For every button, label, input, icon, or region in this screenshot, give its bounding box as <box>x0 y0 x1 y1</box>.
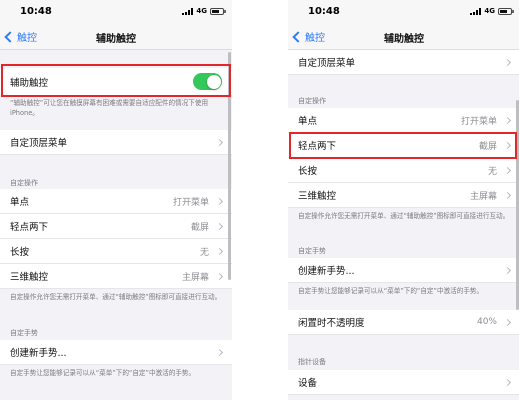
action-row-long-press[interactable]: 长按 无 <box>288 158 519 183</box>
chevron-right-icon <box>503 378 512 386</box>
customize-top-menu-label: 自定顶层菜单 <box>10 138 68 149</box>
action-row-3d-touch[interactable]: 三维触控 主屏幕 <box>0 264 232 289</box>
custom-gestures-footer: 自定手势让您能够记录可以从“菜单”下的“自定”中激活的手势。 <box>10 369 196 377</box>
action-label: 三维触控 <box>10 272 49 283</box>
action-label: 单点 <box>10 197 30 208</box>
chevron-right-icon <box>215 222 224 230</box>
create-gesture-row[interactable]: 创建新手势... <box>288 258 519 283</box>
devices-label: 设备 <box>298 378 318 389</box>
settings-list: 自定顶层菜单 自定操作 单点 打开菜单 轻点两下 截屏 长按 无 三维触控 主屏… <box>288 50 519 400</box>
create-gesture-row[interactable]: 创建新手势... <box>0 340 232 365</box>
action-value: 截屏 <box>190 222 209 233</box>
status-bar: 10:48 4G <box>288 0 519 24</box>
highlight-box-assistive-touch <box>1 64 231 97</box>
custom-gestures-header: 自定手势 <box>10 329 38 337</box>
chevron-right-icon <box>215 138 224 146</box>
action-label: 单点 <box>298 116 318 127</box>
action-label: 轻点两下 <box>10 222 49 233</box>
action-value: 主屏幕 <box>181 272 209 283</box>
action-label: 长按 <box>10 247 30 258</box>
network-type: 4G <box>196 7 207 15</box>
custom-actions-footer: 自定操作允许您无需打开菜单、通过“辅助触控”图标即可直接进行互动。 <box>298 212 510 220</box>
status-bar: 10:48 4G <box>0 0 232 24</box>
right-screen: 10:48 4G 触控 辅助触控 自定顶层菜单 自定操作 单点 打开菜单 轻点两… <box>288 0 519 400</box>
battery-icon <box>498 7 514 15</box>
chevron-right-icon <box>503 191 512 199</box>
status-time: 10:48 <box>20 6 52 17</box>
assistive-touch-footer: “辅助触控”可让您在触摸屏幕有困难或需要自适应配件的情况下使用iPhone。 <box>10 99 209 117</box>
action-row-double-tap[interactable]: 轻点两下 截屏 <box>0 214 232 239</box>
custom-actions-footer: 自定操作允许您无需打开菜单、通过“辅助触控”图标即可直接进行互动。 <box>10 293 222 301</box>
chevron-right-icon <box>503 266 512 274</box>
chevron-right-icon <box>215 247 224 255</box>
create-gesture-label: 创建新手势... <box>10 348 67 359</box>
custom-gestures-header: 自定手势 <box>298 247 326 255</box>
chevron-right-icon <box>503 116 512 124</box>
navigation-bar: 触控 辅助触控 <box>288 24 519 50</box>
customize-top-menu-row[interactable]: 自定顶层菜单 <box>288 50 519 75</box>
action-value: 主屏幕 <box>469 191 497 202</box>
action-label: 长按 <box>298 166 318 177</box>
chevron-right-icon <box>215 348 224 356</box>
network-type: 4G <box>484 7 495 15</box>
custom-gestures-footer: 自定手势让您能够记录可以从“菜单”下的“自定”中激活的手势。 <box>298 287 484 295</box>
status-time: 10:48 <box>308 6 340 17</box>
customize-top-menu-row[interactable]: 自定顶层菜单 <box>0 130 232 155</box>
navigation-bar: 触控 辅助触控 <box>0 24 232 50</box>
page-title: 辅助触控 <box>384 34 424 45</box>
status-icons: 4G <box>470 7 514 15</box>
page-title: 辅助触控 <box>96 34 136 45</box>
idle-opacity-row[interactable]: 闲置时不透明度 40% <box>288 310 519 335</box>
action-row-single-tap[interactable]: 单点 打开菜单 <box>0 189 232 214</box>
action-label: 三维触控 <box>298 191 337 202</box>
create-gesture-label: 创建新手势... <box>298 266 355 277</box>
action-row-long-press[interactable]: 长按 无 <box>0 239 232 264</box>
action-row-3d-touch[interactable]: 三维触控 主屏幕 <box>288 183 519 208</box>
custom-actions-header: 自定操作 <box>298 97 326 105</box>
chevron-right-icon <box>503 318 512 326</box>
action-row-single-tap[interactable]: 单点 打开菜单 <box>288 108 519 133</box>
chevron-right-icon <box>215 272 224 280</box>
left-screen: 10:48 4G 触控 辅助触控 辅助触控 “辅助触控”可让您在触摸屏幕有困难或… <box>0 0 232 400</box>
chevron-right-icon <box>503 166 512 174</box>
signal-icon <box>470 7 482 15</box>
idle-opacity-label: 闲置时不透明度 <box>298 318 365 329</box>
idle-opacity-value: 40% <box>476 317 497 327</box>
battery-icon <box>210 7 226 15</box>
action-value: 无 <box>487 166 497 177</box>
chevron-right-icon <box>215 197 224 205</box>
highlight-box-double-tap <box>289 132 517 159</box>
settings-list: 辅助触控 “辅助触控”可让您在触摸屏幕有困难或需要自适应配件的情况下使用iPho… <box>0 50 232 400</box>
signal-icon <box>182 7 194 15</box>
devices-row[interactable]: 设备 <box>288 370 519 395</box>
customize-top-menu-label: 自定顶层菜单 <box>298 58 356 69</box>
custom-actions-header: 自定操作 <box>10 179 38 187</box>
action-value: 打开菜单 <box>460 116 497 127</box>
chevron-right-icon <box>503 58 512 66</box>
pointer-devices-header: 指针设备 <box>298 358 326 366</box>
status-icons: 4G <box>182 7 226 15</box>
action-value: 无 <box>199 247 209 258</box>
action-value: 打开菜单 <box>172 197 209 208</box>
